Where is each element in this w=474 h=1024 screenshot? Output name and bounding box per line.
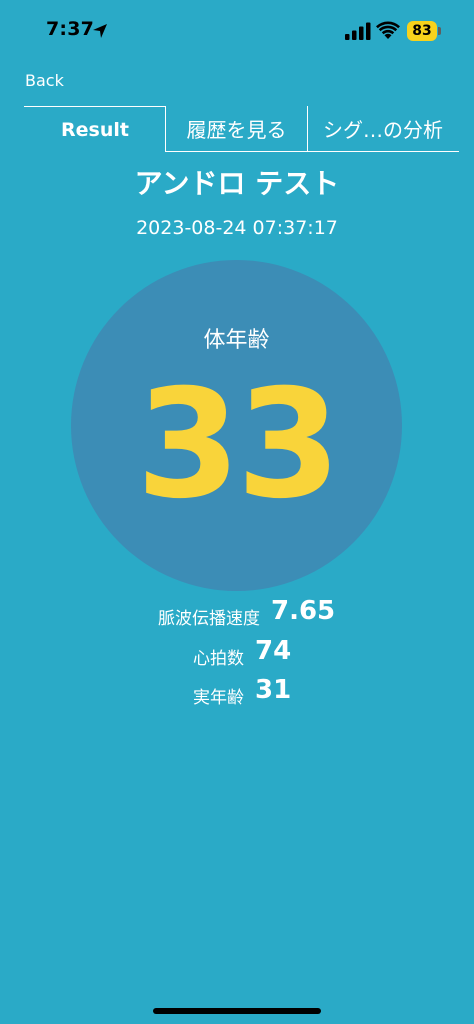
battery-tip [438,27,441,35]
location-arrow-icon [93,24,107,38]
cellular-signal-icon [345,22,371,40]
tab-signal-analysis[interactable]: シグ…の分析 [307,106,459,152]
body-age-value: 33 [136,358,341,532]
tab-bar: Result 履歴を見る シグ…の分析 [24,106,459,152]
metric-row-pwv: 脈波伝播速度 7.65 [0,596,474,634]
status-time: 7:37 [46,18,95,40]
metric-row-actual-age: 実年齢 31 [0,675,474,713]
metric-row-heart-rate: 心拍数 74 [0,636,474,674]
home-indicator[interactable] [153,1008,321,1014]
measurement-timestamp: 2023-08-24 07:37:17 [136,217,338,239]
metric-value: 7.65 [271,596,336,626]
back-button[interactable]: Back [25,71,64,90]
page-title: アンドロ テスト [134,167,340,200]
tab-result-label: Result [61,118,129,141]
metric-label: 実年齢 [193,688,244,708]
metric-label: 脈波伝播速度 [158,609,260,629]
status-bar: 7:37 83 [0,0,474,60]
tab-signal-analysis-label: シグ…の分析 [323,118,443,142]
body-age-label: 体年齢 [203,328,270,353]
metric-label: 心拍数 [193,649,244,669]
metric-value: 31 [255,675,292,705]
battery-icon: 83 [407,21,437,41]
tab-history-label: 履歴を見る [186,118,287,142]
tab-history[interactable]: 履歴を見る [165,106,308,152]
body-age-circle: 体年齢 33 [71,260,402,591]
metric-value: 74 [255,636,292,666]
tab-result[interactable]: Result [24,106,166,152]
wifi-icon [376,21,400,39]
battery-level: 83 [412,23,432,39]
